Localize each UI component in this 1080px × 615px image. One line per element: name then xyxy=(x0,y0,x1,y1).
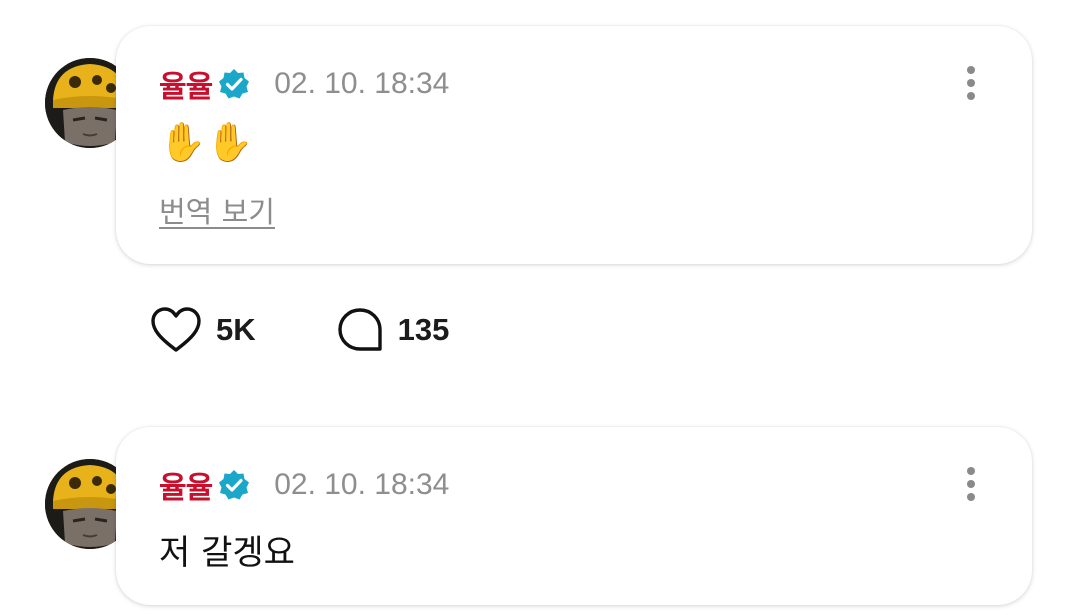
timestamp: 02. 10. 18:34 xyxy=(274,468,450,501)
author-name[interactable]: 율율 xyxy=(159,62,213,106)
comment-card: 율율 02. 10. 18:34 ✋✋ 번역 보기 xyxy=(116,26,1032,264)
more-vertical-icon xyxy=(967,467,975,475)
verified-badge-icon xyxy=(219,470,250,500)
timestamp: 02. 10. 18:34 xyxy=(274,67,450,100)
like-button[interactable]: 5K xyxy=(150,306,256,354)
post-header: 율율 02. 10. 18:34 xyxy=(159,463,450,507)
comment-text: 저 갈겡요 xyxy=(159,533,295,573)
comment-card: 율율 02. 10. 18:34 저 갈겡요 xyxy=(116,427,1032,605)
comment-button[interactable]: 135 xyxy=(336,306,450,354)
more-options-button[interactable] xyxy=(954,64,988,102)
verified-badge-icon xyxy=(219,69,250,99)
comment-count: 135 xyxy=(397,312,450,347)
more-options-button[interactable] xyxy=(954,465,988,503)
like-count: 5K xyxy=(216,312,256,347)
comment-text: ✋✋ xyxy=(159,120,254,164)
heart-icon xyxy=(151,307,201,352)
comment-bubble-icon xyxy=(337,308,382,351)
action-bar: 5K 135 xyxy=(150,300,449,360)
post-header: 율율 02. 10. 18:34 xyxy=(159,62,450,106)
author-name[interactable]: 율율 xyxy=(159,463,213,507)
translate-link[interactable]: 번역 보기 xyxy=(159,189,275,231)
more-vertical-icon xyxy=(967,66,975,74)
